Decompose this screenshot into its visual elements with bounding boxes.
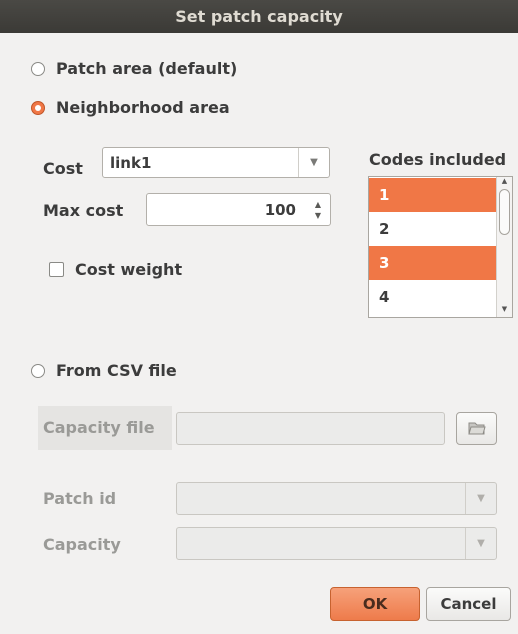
cost-combobox-value: link1 — [110, 154, 152, 172]
folder-open-icon — [467, 422, 486, 435]
codes-listbox[interactable]: 1234 ▲ ▼ — [368, 176, 513, 318]
window-title: Set patch capacity — [175, 7, 343, 26]
neighborhood-area-option[interactable]: Neighborhood area — [31, 98, 230, 117]
browse-button[interactable] — [456, 412, 497, 445]
neighborhood-area-radio[interactable] — [31, 100, 45, 115]
patch-area-option[interactable]: Patch area (default) — [31, 59, 237, 78]
chevron-down-icon[interactable]: ▼ — [298, 148, 329, 177]
ok-button-label: OK — [362, 595, 388, 613]
cost-weight-option[interactable]: Cost weight — [49, 260, 182, 279]
scroll-down-icon[interactable]: ▼ — [497, 305, 512, 317]
cancel-button-label: Cancel — [440, 595, 497, 613]
cost-label: Cost — [43, 159, 83, 178]
from-csv-label: From CSV file — [56, 361, 177, 380]
patch-id-combobox[interactable]: ▼ — [176, 482, 497, 515]
neighborhood-area-label: Neighborhood area — [56, 98, 230, 117]
cost-weight-checkbox[interactable] — [49, 262, 64, 277]
chevron-down-icon[interactable]: ▼ — [465, 528, 496, 559]
scroll-up-icon[interactable]: ▲ — [497, 177, 512, 189]
capacity-file-label: Capacity file — [43, 418, 155, 437]
capacity-file-input[interactable] — [176, 412, 445, 445]
window-titlebar: Set patch capacity — [0, 0, 518, 33]
chevron-down-icon[interactable]: ▼ — [465, 483, 496, 514]
patch-area-radio[interactable] — [31, 61, 45, 76]
max-cost-value: 100 — [264, 201, 296, 219]
codes-list-item[interactable]: 2 — [369, 212, 497, 246]
from-csv-radio[interactable] — [31, 363, 45, 378]
from-csv-option[interactable]: From CSV file — [31, 361, 177, 380]
scroll-thumb[interactable] — [499, 189, 510, 235]
codes-list: 1234 — [369, 178, 497, 314]
codes-list-item[interactable]: 3 — [369, 246, 497, 280]
cost-weight-label: Cost weight — [75, 260, 183, 279]
spin-arrows-icon[interactable]: ▲ ▼ — [312, 200, 324, 220]
capacity-combobox[interactable]: ▼ — [176, 527, 497, 560]
codes-included-label: Codes included — [369, 150, 507, 169]
cancel-button[interactable]: Cancel — [426, 587, 511, 621]
max-cost-label: Max cost — [43, 201, 124, 220]
max-cost-spinbox[interactable]: 100 ▲ ▼ — [146, 193, 331, 226]
codes-list-item[interactable]: 4 — [369, 280, 497, 314]
capacity-label: Capacity — [43, 535, 121, 554]
ok-button[interactable]: OK — [330, 587, 420, 621]
patch-area-label: Patch area (default) — [56, 59, 238, 78]
codes-list-item[interactable]: 1 — [369, 178, 497, 212]
patch-id-label: Patch id — [43, 489, 117, 508]
cost-combobox[interactable]: link1 ▼ — [102, 147, 330, 178]
codes-scrollbar[interactable]: ▲ ▼ — [496, 177, 512, 317]
